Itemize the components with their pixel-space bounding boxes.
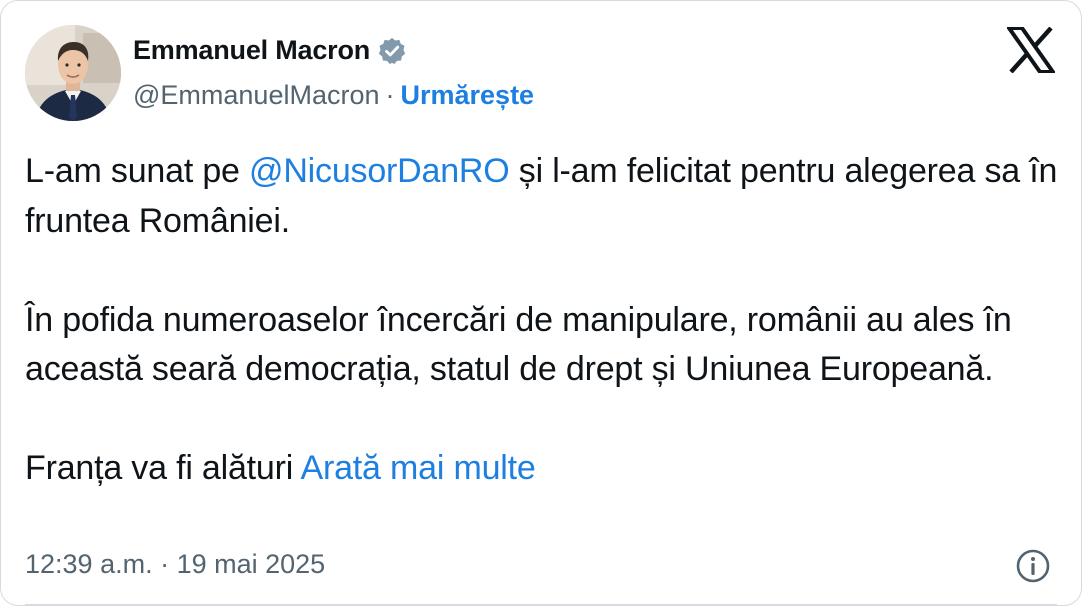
author-handle[interactable]: @EmmanuelMacron [133,80,380,110]
tweet-timestamp[interactable]: 12:39 a.m. · 19 mai 2025 [25,549,325,580]
avatar[interactable] [25,25,121,121]
tweet-paragraph-1: L-am sunat pe @NicusorDanRO și l-am feli… [25,147,1065,246]
avatar-photo [25,25,121,121]
author-name-row: Emmanuel Macron [133,35,407,66]
tweet-text: L-am sunat pe @NicusorDanRO și l-am feli… [25,147,1065,494]
author-handle-row: @EmmanuelMacron · Urmărește [133,80,534,111]
tweet-paragraph-3: Franța va fi alături Arată mai multe [25,444,1065,494]
x-logo-icon[interactable] [1005,26,1057,74]
tweet-embed-card: Emmanuel Macron @EmmanuelMacron · Urmăreșt… [0,0,1082,606]
tweet-paragraph-3-text: Franța va fi alături [25,449,301,487]
tweet-line1-prefix: L-am sunat pe [25,152,249,190]
separator-dot: · [385,80,395,110]
follow-button[interactable]: Urmărește [401,80,535,110]
author-display-name[interactable]: Emmanuel Macron [133,35,370,66]
verified-badge-icon [377,36,407,66]
mention-link[interactable]: @NicusorDanRO [249,152,510,190]
bottom-divider [25,604,1057,605]
tweet-paragraph-2: În pofida numeroaselor încercări de mani… [25,300,1012,389]
show-more-link[interactable]: Arată mai multe [301,449,536,487]
info-icon[interactable] [1015,548,1051,584]
